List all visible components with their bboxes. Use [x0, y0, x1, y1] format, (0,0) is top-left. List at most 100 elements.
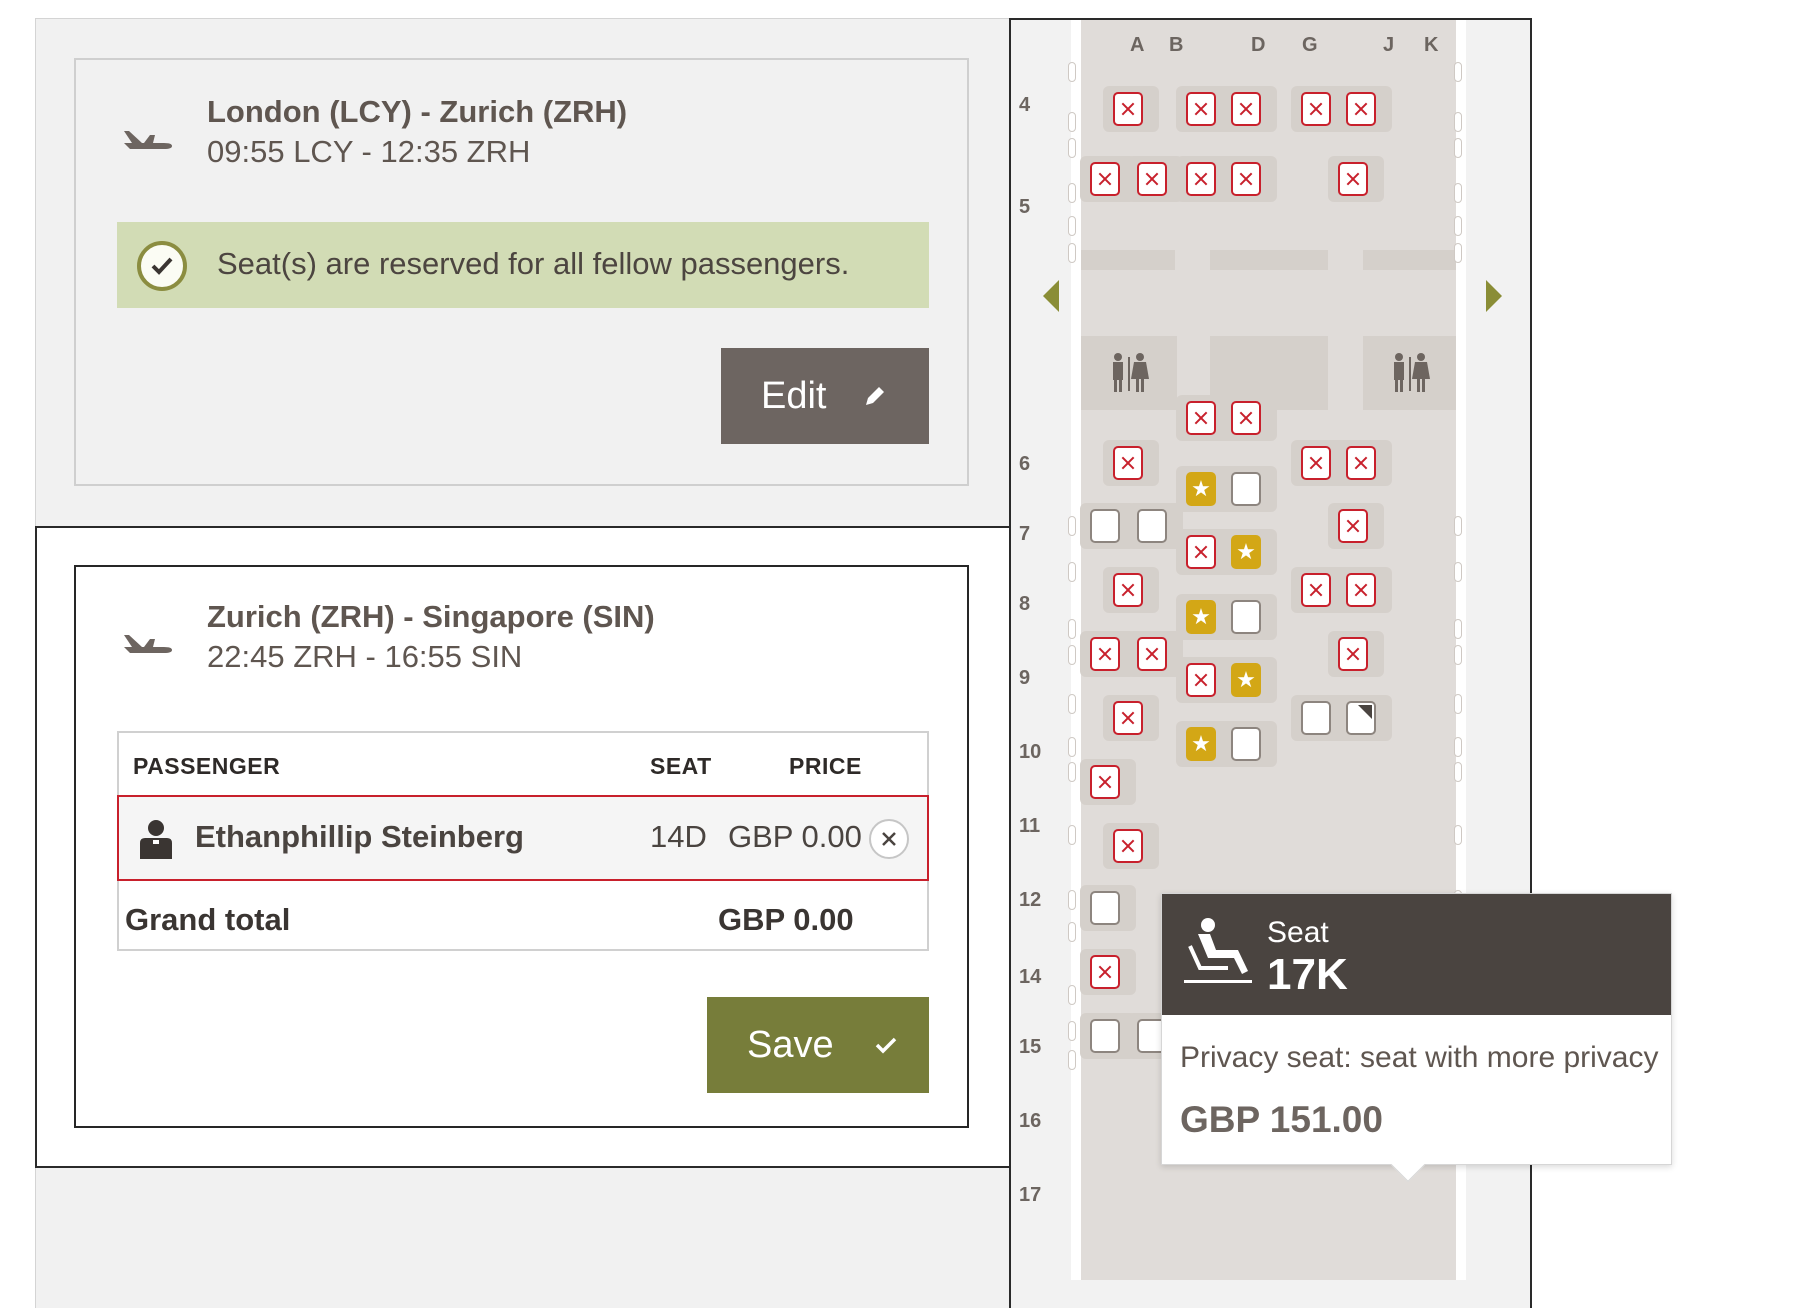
- column-label-j: J: [1383, 34, 1395, 56]
- seat-occupied: [1113, 92, 1143, 126]
- seat-free[interactable]: [1137, 509, 1167, 543]
- passenger-row[interactable]: Ethanphillip Steinberg 14D GBP 0.00: [117, 795, 929, 881]
- grand-total-value: GBP 0.00: [718, 902, 854, 937]
- window-marker: [1068, 112, 1076, 132]
- seat-free[interactable]: [1231, 472, 1261, 506]
- passenger-name: Ethanphillip Steinberg: [195, 819, 524, 854]
- edit-button[interactable]: Edit: [721, 348, 929, 444]
- row-number: 8: [1019, 593, 1031, 615]
- star-icon: ★: [1236, 539, 1256, 564]
- seat-premium[interactable]: ★: [1186, 600, 1216, 634]
- toilet-icon: [1394, 353, 1430, 392]
- column-label-a: A: [1130, 34, 1145, 56]
- row-number: 5: [1019, 196, 1031, 218]
- seat-reserved-notice: Seat(s) are reserved for all fellow pass…: [117, 222, 929, 308]
- flight-times: 22:45 ZRH - 16:55 SIN: [207, 639, 523, 674]
- window-marker: [1454, 825, 1462, 845]
- column-label-k: K: [1424, 34, 1439, 56]
- window-marker: [1454, 694, 1462, 714]
- window-marker: [1068, 216, 1076, 236]
- window-marker: [1454, 138, 1462, 158]
- window-marker: [1454, 562, 1462, 582]
- seat-premium[interactable]: ★: [1186, 727, 1216, 761]
- row-number: 11: [1019, 815, 1041, 837]
- row-number: 10: [1019, 741, 1042, 763]
- exit-arrow-left-icon: [1043, 280, 1059, 312]
- airplane-icon: [124, 635, 172, 653]
- row-number: 6: [1019, 453, 1031, 475]
- seat-occupied: [1231, 162, 1261, 196]
- check-icon: [875, 1037, 896, 1054]
- lavatory: [1081, 336, 1177, 410]
- column-header-seat: SEAT: [650, 753, 712, 779]
- seat-restricted[interactable]: [1346, 701, 1376, 735]
- flight-card-zrh-sin: Zurich (ZRH) - Singapore (SIN) 22:45 ZRH…: [74, 565, 969, 1128]
- seat-occupied: [1186, 401, 1216, 435]
- column-header-passenger: PASSENGER: [133, 753, 281, 779]
- window-marker: [1068, 985, 1076, 1005]
- row-number: 12: [1019, 889, 1042, 911]
- seat-occupied: [1113, 446, 1143, 480]
- seat-occupied: [1186, 535, 1216, 569]
- pencil-icon: [866, 387, 885, 405]
- flight-times: 09:55 LCY - 12:35 ZRH: [207, 134, 531, 169]
- window-marker: [1068, 243, 1076, 263]
- seat-free[interactable]: [1090, 1019, 1120, 1053]
- flight-route: London (LCY) - Zurich (ZRH): [207, 94, 628, 129]
- seat-premium[interactable]: ★: [1231, 535, 1261, 569]
- seat-occupied: [1301, 92, 1331, 126]
- window-marker: [1454, 619, 1462, 639]
- window-marker: [1068, 62, 1076, 82]
- window-marker: [1068, 562, 1076, 582]
- window-marker: [1068, 762, 1076, 782]
- column-label-d: D: [1251, 34, 1266, 56]
- seat-premium[interactable]: ★: [1231, 663, 1261, 697]
- tooltip-price: GBP 151.00: [1180, 1099, 1383, 1140]
- seat-occupied: [1186, 92, 1216, 126]
- save-button[interactable]: Save: [707, 997, 929, 1093]
- seat-occupied: [1090, 765, 1120, 799]
- seat-free[interactable]: [1231, 600, 1261, 634]
- seat-free[interactable]: [1231, 727, 1261, 761]
- column-label-g: G: [1302, 34, 1318, 56]
- window-marker: [1454, 762, 1462, 782]
- seat-occupied: [1231, 401, 1261, 435]
- passenger-table: PASSENGER SEAT PRICE Ethanphillip Steinb…: [117, 731, 929, 951]
- seat-occupied: [1186, 162, 1216, 196]
- seat-occupied: [1346, 573, 1376, 607]
- close-icon: [882, 832, 896, 846]
- tooltip-seat-code: 17K: [1267, 950, 1348, 999]
- cabin-divider: [1210, 250, 1328, 270]
- window-marker: [1068, 516, 1076, 536]
- seat-free[interactable]: [1090, 891, 1120, 925]
- seat-occupied: [1338, 509, 1368, 543]
- window-marker: [1454, 183, 1462, 203]
- seat-occupied: [1137, 637, 1167, 671]
- row-number: 14: [1019, 966, 1042, 988]
- window-marker: [1068, 645, 1076, 665]
- exit-arrow-right-icon: [1486, 280, 1502, 312]
- remove-seat-button[interactable]: [869, 819, 909, 859]
- row-number: 17: [1019, 1184, 1042, 1206]
- seat-occupied: [1090, 955, 1120, 989]
- window-marker: [1068, 922, 1076, 942]
- passenger-price: GBP 0.00: [728, 819, 862, 854]
- seat-free[interactable]: [1090, 509, 1120, 543]
- window-marker: [1068, 737, 1076, 757]
- window-marker: [1454, 112, 1462, 132]
- window-marker: [1068, 138, 1076, 158]
- seat-occupied: [1338, 637, 1368, 671]
- seat-occupied: [1301, 446, 1331, 480]
- seat-premium[interactable]: ★: [1186, 472, 1216, 506]
- column-label-b: B: [1169, 34, 1184, 56]
- airplane-icon: [124, 131, 172, 149]
- window-marker: [1068, 1050, 1076, 1070]
- seat-occupied: [1113, 829, 1143, 863]
- seat-occupied: [1301, 573, 1331, 607]
- grand-total-label: Grand total: [125, 902, 291, 937]
- window-marker: [1454, 62, 1462, 82]
- window-marker: [1068, 825, 1076, 845]
- seat-occupied: [1090, 162, 1120, 196]
- notice-text: Seat(s) are reserved for all fellow pass…: [217, 246, 850, 281]
- seat-free[interactable]: [1301, 701, 1331, 735]
